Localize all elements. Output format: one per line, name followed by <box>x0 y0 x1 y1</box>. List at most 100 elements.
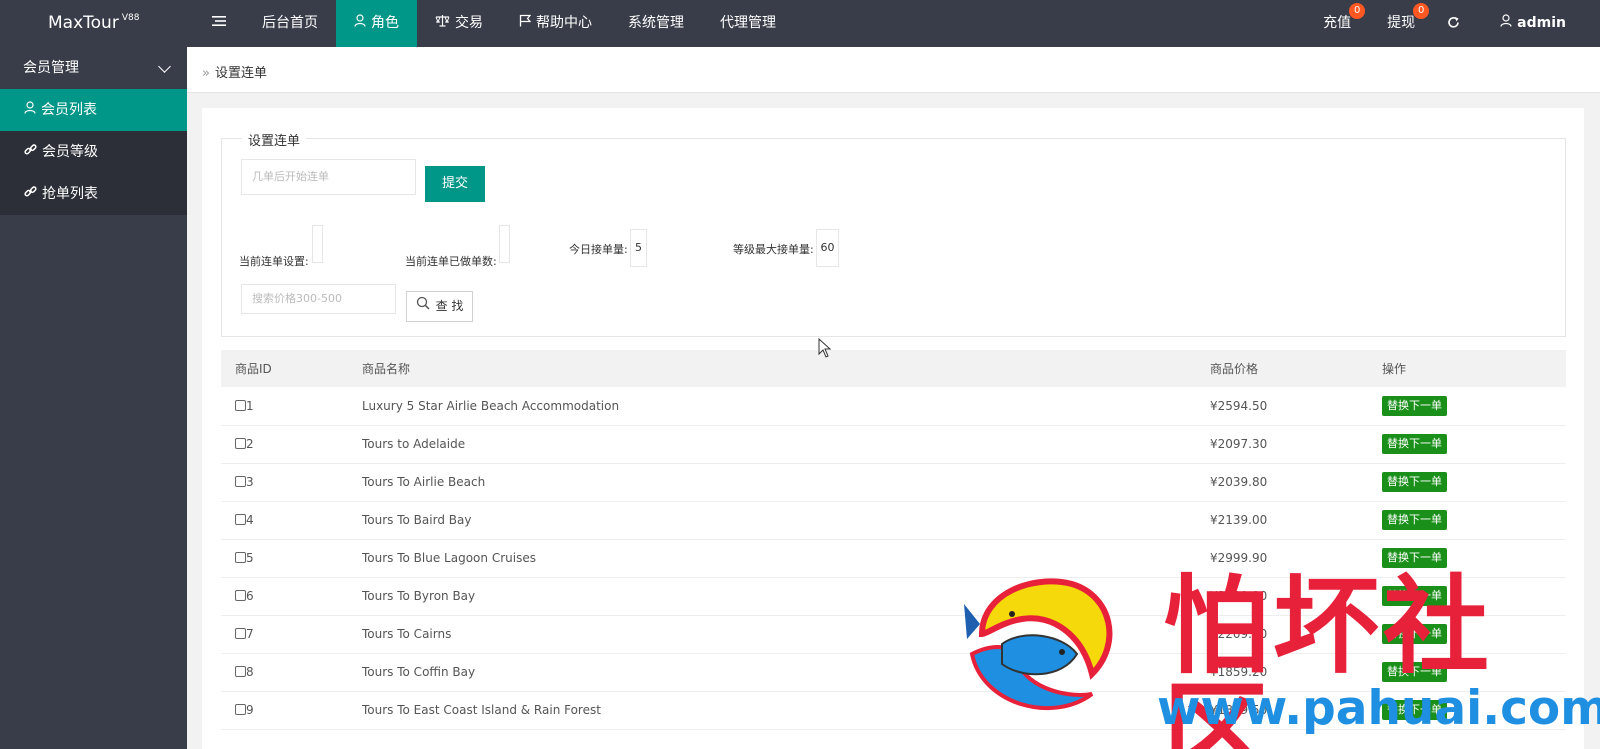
user-menu[interactable]: admin <box>1482 0 1600 47</box>
row-checkbox[interactable] <box>235 628 246 639</box>
refresh-button[interactable] <box>1433 0 1482 47</box>
chevron-down-icon <box>158 60 171 73</box>
sidebar: 会员管理 会员列表 会员等级 抢单列表 <box>0 47 187 749</box>
row-checkbox[interactable] <box>235 476 246 487</box>
withdraw-badge: 0 <box>1413 3 1430 19</box>
recharge-badge: 0 <box>1349 3 1366 19</box>
balance-icon <box>435 0 450 47</box>
row-checkbox[interactable] <box>235 514 246 525</box>
action-cell: 替换下一单 <box>1368 387 1566 426</box>
sidebar-item-label: 会员列表 <box>41 102 97 118</box>
sidebar-item-member-list[interactable]: 会员列表 <box>0 89 187 131</box>
user-icon <box>24 89 36 131</box>
product-price: ¥2139.00 <box>1196 501 1368 540</box>
product-id: 5 <box>246 551 254 565</box>
row-checkbox[interactable] <box>235 399 246 411</box>
nav-label: 交易 <box>455 15 483 31</box>
link-icon <box>24 131 37 173</box>
brand-name: MaxTour <box>48 13 119 33</box>
product-id-cell: 5 <box>221 539 348 578</box>
current-setting-value <box>312 225 323 263</box>
sidebar-item-label: 会员等级 <box>42 144 98 160</box>
today-orders-value: 5 <box>630 229 647 267</box>
submit-button[interactable]: 提交 <box>425 166 485 202</box>
nav-role[interactable]: 角色 <box>336 0 417 47</box>
product-price: ¥2097.30 <box>1196 425 1368 464</box>
mouse-cursor-icon <box>818 337 832 362</box>
start-after-input[interactable]: 几单后开始连单 <box>241 159 416 195</box>
user-icon <box>1500 0 1512 47</box>
nav-help[interactable]: 帮助中心 <box>501 0 610 47</box>
link-icon <box>24 173 37 215</box>
sidebar-group-label: 会员管理 <box>23 60 79 76</box>
row-checkbox[interactable] <box>235 590 246 601</box>
fieldset-legend: 设置连单 <box>242 130 307 149</box>
price-search-input[interactable]: 搜索价格300-500 <box>241 284 396 314</box>
breadcrumb: » 设置连单 <box>202 62 267 81</box>
withdraw-button[interactable]: 提现 0 <box>1369 0 1433 47</box>
product-id-cell: 9 <box>221 691 348 730</box>
product-id: 6 <box>246 589 254 603</box>
top-right-nav: 充值 0 提现 0 admin <box>1305 0 1600 47</box>
action-cell: 替换下一单 <box>1368 463 1566 502</box>
column-header: 商品价格 <box>1196 350 1368 387</box>
menu-toggle-button[interactable] <box>194 0 244 47</box>
product-id-cell: 1 <box>221 387 348 426</box>
today-orders-label: 今日接单量: <box>569 243 628 256</box>
settings-fieldset: 设置连单 几单后开始连单 提交 当前连单设置: 当前连单已做单数: 今日接单量:… <box>221 130 1566 337</box>
row-checkbox[interactable] <box>235 704 246 715</box>
flag-icon <box>519 0 532 47</box>
search-icon <box>416 292 430 321</box>
brand-version: V88 <box>121 13 140 23</box>
search-label: 查 找 <box>435 299 464 313</box>
column-header: 商品名称 <box>348 350 1196 387</box>
product-name: Tours To Blue Lagoon Cruises <box>348 539 1196 578</box>
nav-agent[interactable]: 代理管理 <box>702 0 794 47</box>
top-nav: 后台首页 角色 交易 帮助中心 系统管理 代理管理 <box>194 0 794 47</box>
replace-next-button[interactable]: 替换下一单 <box>1382 472 1447 492</box>
refresh-icon <box>1447 15 1460 31</box>
row-checkbox[interactable] <box>235 438 246 449</box>
nav-trade[interactable]: 交易 <box>417 0 501 47</box>
breadcrumb-bar: » 设置连单 <box>187 47 1600 93</box>
action-cell: 替换下一单 <box>1368 425 1566 464</box>
product-name: Tours to Adelaide <box>348 425 1196 464</box>
table-row: 1 Luxury 5 Star Airlie Beach Accommodatio… <box>221 387 1566 426</box>
sidebar-item-member-level[interactable]: 会员等级 <box>0 131 187 173</box>
column-header: 操作 <box>1368 350 1566 387</box>
replace-next-button[interactable]: 替换下一单 <box>1382 434 1447 454</box>
nav-label: 系统管理 <box>628 15 684 31</box>
user-name: admin <box>1517 15 1566 31</box>
nav-system[interactable]: 系统管理 <box>610 0 702 47</box>
product-name: Tours To Baird Bay <box>348 501 1196 540</box>
row-checkbox[interactable] <box>235 666 246 677</box>
nav-label: 帮助中心 <box>536 15 592 31</box>
product-id: 3 <box>246 475 254 489</box>
nav-label: 后台首页 <box>262 15 318 31</box>
sidebar-group-members[interactable]: 会员管理 <box>0 47 187 89</box>
nav-label: 角色 <box>371 15 399 31</box>
nav-dashboard[interactable]: 后台首页 <box>244 0 336 47</box>
product-id-cell: 3 <box>221 463 348 502</box>
product-id: 2 <box>246 437 254 451</box>
product-id: 9 <box>246 703 254 717</box>
product-id-cell: 6 <box>221 577 348 616</box>
watermark-fish-logo <box>962 574 1122 723</box>
current-done-label: 当前连单已做单数: <box>405 255 497 268</box>
max-orders-label: 等级最大接单量: <box>733 243 814 256</box>
product-id: 4 <box>246 513 254 527</box>
recharge-button[interactable]: 充值 0 <box>1305 0 1369 47</box>
menu-toggle-icon <box>212 0 226 47</box>
action-cell: 替换下一单 <box>1368 501 1566 540</box>
table-row: 2 Tours to Adelaide ¥2097.30 替换下一单 <box>221 425 1566 464</box>
row-checkbox[interactable] <box>235 552 246 563</box>
replace-next-button[interactable]: 替换下一单 <box>1382 510 1447 530</box>
product-id-cell: 7 <box>221 615 348 654</box>
sidebar-item-grab-orders[interactable]: 抢单列表 <box>0 173 187 215</box>
search-button[interactable]: 查 找 <box>406 291 473 322</box>
watermark-url: www.pahuai.com <box>1157 681 1600 736</box>
nav-label: 代理管理 <box>720 15 776 31</box>
brand-logo[interactable]: MaxTour V88 <box>48 13 139 33</box>
current-done-value <box>499 225 510 263</box>
replace-next-button[interactable]: 替换下一单 <box>1382 395 1447 416</box>
